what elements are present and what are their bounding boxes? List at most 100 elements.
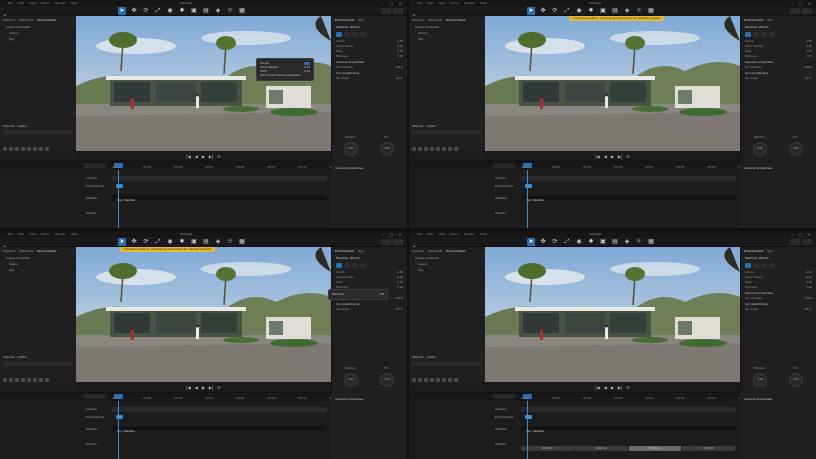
tab-environment-right[interactable]: Environment <box>335 249 354 253</box>
render-icon[interactable]: ▣ <box>190 238 198 246</box>
filter-icon[interactable] <box>442 147 446 151</box>
prop-value[interactable]: 0.50 <box>397 271 403 274</box>
light-icon[interactable]: ✹ <box>587 7 595 15</box>
skip-end-button[interactable]: ▶| <box>618 154 622 159</box>
camera-clip[interactable]: 00:00:00 <box>521 446 575 451</box>
3d-viewport[interactable] <box>76 247 331 382</box>
lights-label[interactable]: Lights <box>17 355 26 359</box>
move-icon[interactable]: ✥ <box>539 238 547 246</box>
rotate-icon[interactable]: ⟳ <box>142 238 150 246</box>
render-icon[interactable]: ▣ <box>599 7 607 15</box>
play-button[interactable]: ▶ <box>202 154 205 159</box>
step-back-button[interactable]: ◀ <box>195 154 198 159</box>
menu-item-file[interactable]: File <box>8 232 13 236</box>
popup-value[interactable]: 1.00 <box>378 293 384 296</box>
loop-button[interactable]: ⟳ <box>217 385 220 390</box>
tree-item-sky[interactable]: Sky <box>409 36 485 42</box>
objects-label[interactable]: Objects <box>3 355 14 359</box>
prop-value[interactable]: 100.0 <box>396 297 403 300</box>
grid-icon[interactable]: ▦ <box>238 7 246 15</box>
track-weather[interactable] <box>112 195 327 200</box>
track-name-objects[interactable]: Objects <box>86 442 97 446</box>
objects-label[interactable]: Objects <box>3 124 14 128</box>
menu-item-file[interactable]: File <box>8 1 13 5</box>
filter-icon[interactable] <box>3 147 7 151</box>
filter-icon[interactable] <box>39 147 43 151</box>
tab-environment[interactable]: Environment <box>446 249 465 253</box>
prop-value[interactable]: 0.45 <box>806 45 812 48</box>
render-button[interactable] <box>381 8 391 14</box>
camera-icon[interactable]: ◉ <box>575 7 583 15</box>
camera-clip[interactable]: 00:14:02 <box>682 446 736 451</box>
filter-icon[interactable] <box>454 378 458 382</box>
camera-icon[interactable]: ◉ <box>166 238 174 246</box>
filter-icon[interactable] <box>33 147 37 151</box>
track-name-camera[interactable]: Camera <box>86 176 97 180</box>
menu-item-file[interactable]: File <box>417 1 422 5</box>
rain-icon[interactable] <box>761 32 767 37</box>
cube-icon[interactable]: ◈ <box>623 7 631 15</box>
tab-environment[interactable]: Environment <box>37 18 56 22</box>
objects-search-input[interactable] <box>3 130 73 135</box>
filter-icon[interactable] <box>424 378 428 382</box>
prop-value[interactable]: 0.12 <box>397 281 403 284</box>
cloudy-icon[interactable] <box>344 32 350 37</box>
track-name-camera[interactable]: Camera <box>495 176 506 180</box>
skip-start-button[interactable]: |◀ <box>186 154 190 159</box>
cloudy-icon[interactable] <box>344 263 350 268</box>
prop-value[interactable]: 45.0° <box>396 308 403 311</box>
tab-sky[interactable]: Sky <box>358 18 363 22</box>
rotation-dial[interactable]: 0.00 <box>344 142 358 156</box>
track-name-camera[interactable]: Camera <box>495 407 506 411</box>
menu-item-help[interactable]: Help <box>71 1 78 5</box>
menu-item-edit[interactable]: Edit <box>18 1 24 5</box>
export-button[interactable] <box>393 239 403 245</box>
tree-item-sky[interactable]: Sky <box>0 267 76 273</box>
filter-icon[interactable] <box>454 147 458 151</box>
track-weather[interactable] <box>521 426 736 431</box>
track-weather[interactable] <box>112 426 327 431</box>
lights-label[interactable]: Lights <box>17 124 26 128</box>
filter-icon[interactable] <box>39 378 43 382</box>
tab-environment-right[interactable]: Environment <box>744 18 763 22</box>
filter-icon[interactable] <box>412 378 416 382</box>
menu-item-scene[interactable]: Scene <box>41 232 50 236</box>
tree-item-sky[interactable]: Sky <box>409 267 485 273</box>
filter-icon[interactable] <box>15 378 19 382</box>
prop-value[interactable]: 0.50 <box>806 271 812 274</box>
scale-icon[interactable]: ⤢ <box>563 238 571 246</box>
menu-item-render[interactable]: Render <box>464 1 475 5</box>
prop-value[interactable]: 1.00 <box>806 55 812 58</box>
tilt-dial[interactable]: 0.00 <box>380 373 394 387</box>
skip-end-button[interactable]: ▶| <box>618 385 622 390</box>
filter-icon[interactable] <box>430 378 434 382</box>
grid-icon[interactable]: ▦ <box>238 238 246 246</box>
tree-item-sky[interactable]: Sky <box>0 36 76 42</box>
sun-icon[interactable]: ☼ <box>226 238 234 246</box>
filter-icon[interactable] <box>33 378 37 382</box>
render-icon[interactable]: ▣ <box>599 238 607 246</box>
objects-search-input[interactable] <box>412 361 482 366</box>
skip-end-button[interactable]: ▶| <box>209 154 213 159</box>
filter-icon[interactable] <box>448 147 452 151</box>
clear-sky-icon[interactable] <box>336 32 342 37</box>
image-icon[interactable]: ▤ <box>202 7 210 15</box>
playhead[interactable] <box>527 401 528 459</box>
filter-icon[interactable] <box>424 147 428 151</box>
menu-item-scene[interactable]: Scene <box>450 1 459 5</box>
tab-environment[interactable]: Environment <box>37 249 56 253</box>
image-icon[interactable]: ▤ <box>202 238 210 246</box>
menu-item-edit[interactable]: Edit <box>427 232 433 236</box>
camera-clip[interactable]: 00:04:12 <box>575 446 629 451</box>
tilt-dial[interactable]: 0.00 <box>789 142 803 156</box>
playhead[interactable] <box>527 170 528 228</box>
prop-row-sun-angle[interactable]: Sun angle 45.0° <box>332 76 407 81</box>
rotate-icon[interactable]: ⟳ <box>142 7 150 15</box>
camera-clip[interactable]: 00:09:10 <box>628 446 683 451</box>
filter-icon[interactable] <box>430 147 434 151</box>
fps-dropdown[interactable] <box>84 394 106 399</box>
track-name-environment[interactable]: Environment <box>495 184 513 188</box>
menu-item-help[interactable]: Help <box>480 232 487 236</box>
light-icon[interactable]: ✹ <box>587 238 595 246</box>
objects-search-input[interactable] <box>412 130 482 135</box>
